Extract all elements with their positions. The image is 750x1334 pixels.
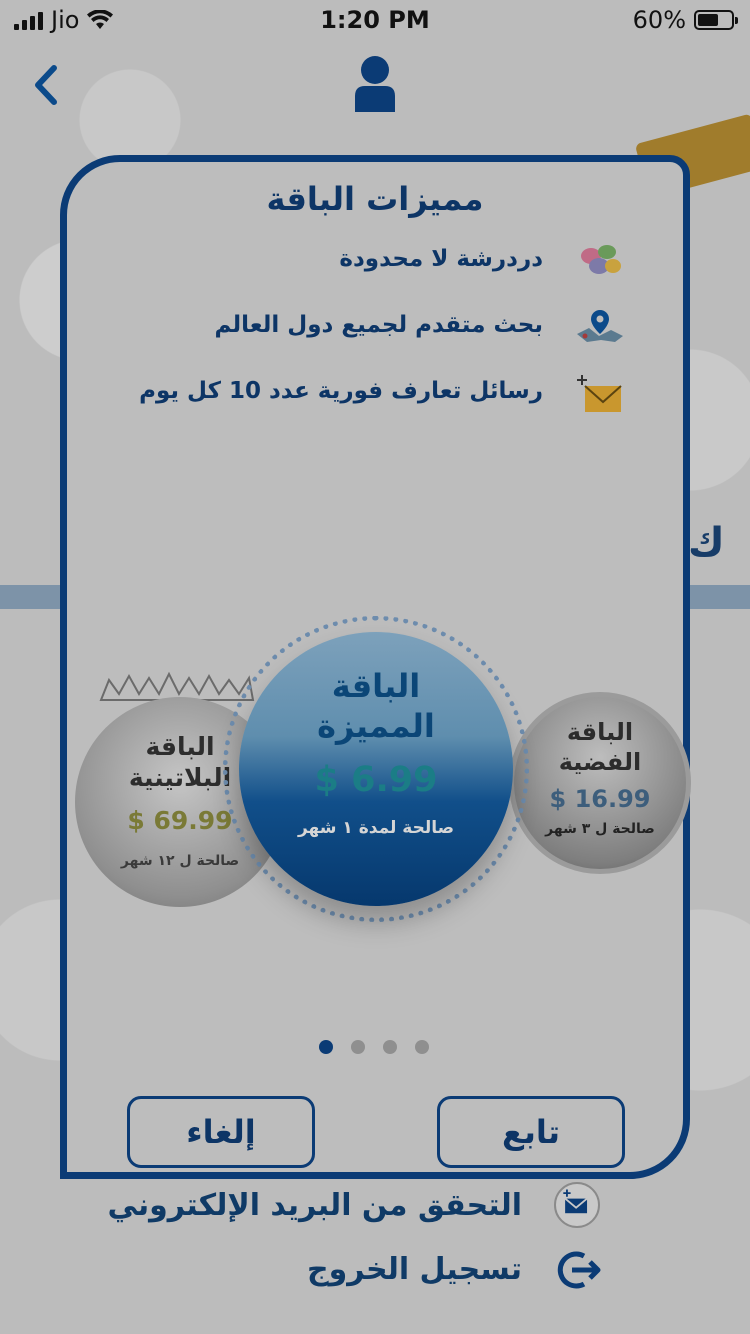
package-features-modal: مميزات الباقة دردرشة لا محدودة بحث متقدم… bbox=[60, 155, 691, 1179]
package-name: الباقة الفضية bbox=[558, 718, 642, 776]
package-name: الباقة المميزة bbox=[317, 667, 435, 745]
menu-item-label: تسجيل الخروج bbox=[307, 1252, 522, 1287]
world-map-pin-icon bbox=[577, 310, 623, 342]
package-silver[interactable]: الباقة الفضية $ 16.99 صالحة ل ٣ شهر bbox=[509, 692, 691, 874]
background-partial-text: ك bbox=[688, 520, 725, 566]
menu-item-verify-email[interactable]: التحقق من البريد الإلكتروني bbox=[0, 1178, 750, 1238]
continue-button[interactable]: تابع bbox=[437, 1096, 625, 1168]
package-validity: صالحة لمدة ١ شهر bbox=[297, 818, 455, 838]
mail-plus-icon bbox=[554, 1182, 600, 1228]
carousel-pager bbox=[319, 1040, 429, 1054]
feature-text: دردرشة لا محدودة bbox=[339, 246, 543, 272]
feature-text: رسائل تعارف فورية عدد 10 كل يوم bbox=[139, 378, 543, 404]
logout-icon bbox=[557, 1251, 601, 1289]
feature-item: دردرشة لا محدودة bbox=[93, 238, 653, 288]
battery-info: 60% bbox=[632, 6, 738, 34]
feature-item: رسائل تعارف فورية عدد 10 كل يوم bbox=[93, 370, 653, 420]
menu-item-logout[interactable]: تسجيل الخروج bbox=[0, 1242, 750, 1302]
pager-dot[interactable] bbox=[351, 1040, 365, 1054]
feature-text: بحث متقدم لجميع دول العالم bbox=[214, 312, 543, 338]
pager-dot[interactable] bbox=[415, 1040, 429, 1054]
back-arrow-icon[interactable] bbox=[26, 60, 66, 110]
modal-title: مميزات الباقة bbox=[266, 180, 484, 218]
pager-dot[interactable] bbox=[383, 1040, 397, 1054]
battery-icon bbox=[694, 10, 738, 30]
package-validity: صالحة ل ٣ شهر bbox=[545, 821, 655, 837]
feature-item: بحث متقدم لجميع دول العالم bbox=[93, 304, 653, 354]
cancel-button[interactable]: إلغاء bbox=[127, 1096, 315, 1168]
envelope-plus-icon bbox=[577, 375, 622, 412]
package-price: $ 16.99 bbox=[549, 785, 651, 813]
package-price: $ 6.99 bbox=[314, 760, 438, 800]
status-bar: Jio 1:20 PM 60% bbox=[0, 0, 750, 40]
package-premium[interactable]: الباقة المميزة $ 6.99 صالحة لمدة ١ شهر bbox=[239, 632, 513, 906]
profile-icon[interactable] bbox=[352, 54, 398, 114]
menu-item-label: التحقق من البريد الإلكتروني bbox=[107, 1188, 522, 1223]
pager-dot-active[interactable] bbox=[319, 1040, 333, 1054]
battery-percent: 60% bbox=[632, 6, 686, 34]
chat-bubbles-icon bbox=[581, 245, 621, 274]
